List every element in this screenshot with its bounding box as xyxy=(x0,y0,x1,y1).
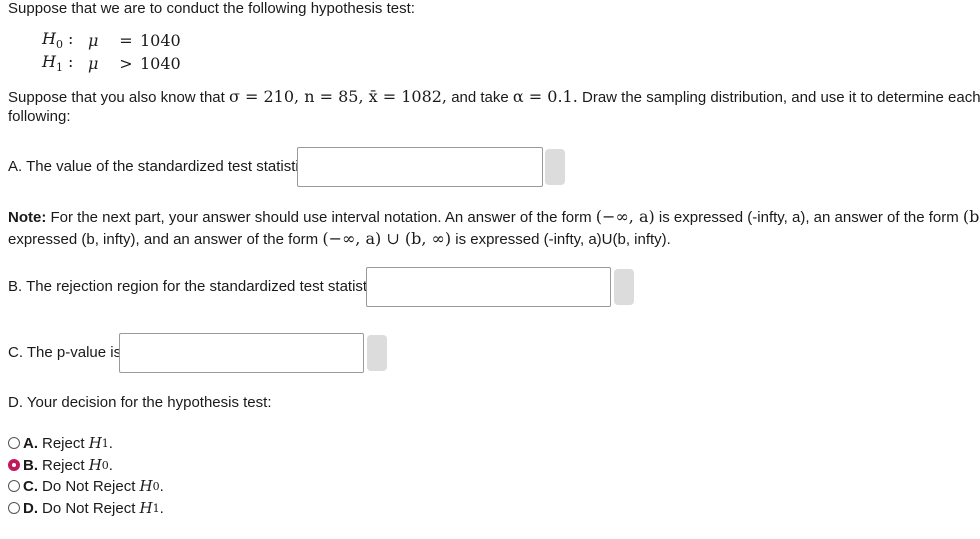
given-info-continued: following: xyxy=(8,108,71,125)
intro-text: Suppose that we are to conduct the follo… xyxy=(8,0,415,17)
part-d-label: D. Your decision for the hypothesis test… xyxy=(8,394,272,411)
decision-option-b[interactable]: B. Reject H0. xyxy=(8,455,113,475)
radio-button[interactable] xyxy=(8,502,20,514)
interval-notation-note: Note: For the next part, your answer sho… xyxy=(8,207,980,226)
decision-option-d[interactable]: D. Do Not Reject H1. xyxy=(8,498,164,518)
null-hypothesis: H0 : μ = 1040 xyxy=(42,28,181,52)
alternative-hypothesis: H1 : μ > 1040 xyxy=(42,51,181,75)
given-info: Suppose that you also know that σ = 210,… xyxy=(8,87,980,106)
part-b-label: B. The rejection region for the standard… xyxy=(8,278,383,295)
part-c-status-indicator xyxy=(367,335,387,371)
radio-button[interactable] xyxy=(8,480,20,492)
decision-option-a[interactable]: A. Reject H1. xyxy=(8,433,113,453)
part-c-label: C. The p-value is xyxy=(8,344,122,361)
part-b-status-indicator xyxy=(614,269,634,305)
part-a-answer-input[interactable] xyxy=(297,147,543,187)
part-a-status-indicator xyxy=(545,149,565,185)
part-b-answer-input[interactable] xyxy=(366,267,611,307)
decision-option-c[interactable]: C. Do Not Reject H0. xyxy=(8,476,164,496)
part-a-label: A. The value of the standardized test st… xyxy=(8,158,311,175)
interval-notation-note-continued: expressed (b, infty), and an answer of t… xyxy=(8,229,671,248)
radio-button[interactable] xyxy=(8,437,20,449)
radio-button-selected[interactable] xyxy=(8,459,20,471)
part-c-answer-input[interactable] xyxy=(119,333,364,373)
